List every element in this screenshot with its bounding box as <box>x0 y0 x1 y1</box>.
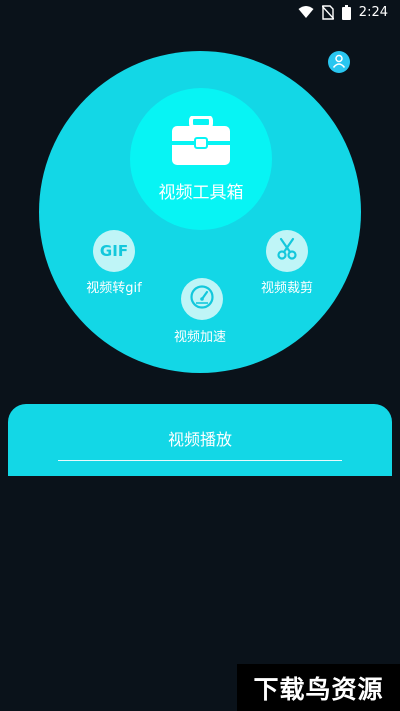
video-speed-button[interactable] <box>181 278 223 320</box>
speedometer-icon <box>189 284 215 314</box>
divider <box>58 460 342 461</box>
scissors-icon <box>275 237 299 265</box>
video-player-button[interactable]: 视频播放 <box>8 404 392 476</box>
watermark: 下载鸟资源 <box>237 664 400 711</box>
gif-icon: GIF <box>99 242 129 260</box>
battery-icon <box>341 4 351 20</box>
video-player-label: 视频播放 <box>167 430 232 449</box>
status-time: 2:24 <box>358 4 388 20</box>
wifi-icon <box>298 5 314 19</box>
status-bar: 2:24 <box>0 0 400 24</box>
video-to-gif-label: 视频转gif <box>86 281 142 296</box>
user-icon <box>332 53 346 72</box>
video-crop-button[interactable] <box>266 230 308 272</box>
video-to-gif-button[interactable]: GIF <box>93 230 135 272</box>
toolbox-icon <box>171 115 231 170</box>
user-avatar-button[interactable] <box>328 51 350 73</box>
no-sim-icon <box>321 4 334 20</box>
video-crop-label: 视频裁剪 <box>260 281 313 296</box>
video-speed-label: 视频加速 <box>173 330 226 345</box>
toolbox-label: 视频工具箱 <box>158 183 244 203</box>
